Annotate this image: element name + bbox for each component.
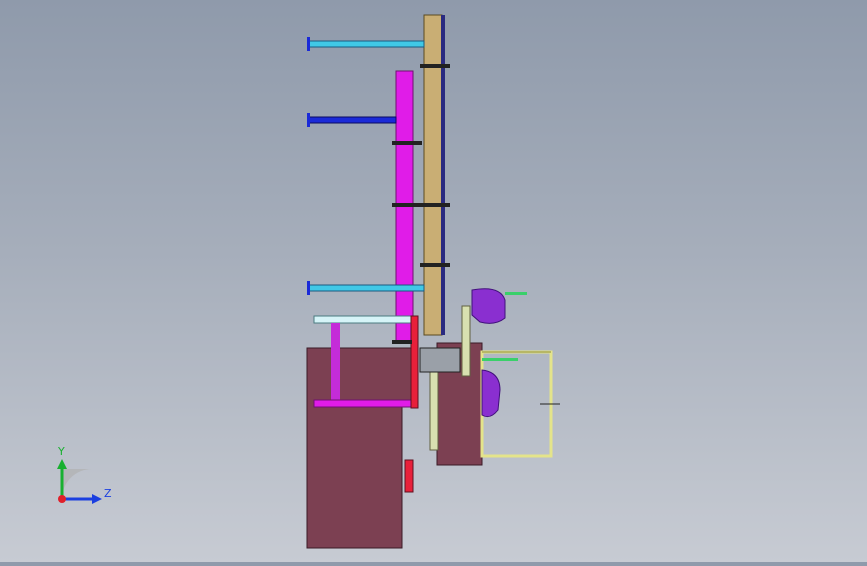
clamp-3 [392, 203, 450, 207]
clamp-2 [392, 141, 422, 145]
y-axis-label: Y [57, 445, 65, 458]
axis-triad: Y Z [57, 445, 112, 504]
cyan-arm-lower [308, 284, 425, 292]
actuator-housing [419, 347, 461, 373]
clamp-5 [392, 340, 412, 344]
clamp-4 [420, 263, 450, 267]
red-bar-lower [404, 459, 414, 493]
blue-arm-cap [307, 113, 310, 127]
red-bar [410, 315, 419, 409]
cyan-arm-lower-cap [307, 281, 310, 295]
cad-viewport[interactable]: Y Z [0, 0, 867, 562]
clamp-1 [420, 64, 450, 68]
bracket-bottom-bar [313, 399, 413, 408]
purple-motor-top [471, 288, 506, 324]
slide-column [429, 369, 439, 451]
model-view[interactable]: Y Z [0, 0, 867, 562]
bracket-top-bar [313, 315, 413, 324]
tan-plate-edge [441, 15, 445, 335]
green-rod-top [505, 292, 527, 295]
z-axis-label: Z [104, 487, 112, 500]
purple-motor-bottom [481, 369, 501, 418]
bracket-vertical [331, 323, 340, 401]
cyan-arm-top-cap [307, 37, 310, 51]
tan-plate [423, 14, 443, 336]
blue-arm [308, 116, 397, 124]
cyan-arm-top [308, 40, 425, 48]
base-block [306, 347, 413, 549]
green-rod-mid [482, 358, 518, 361]
slide-rail [461, 305, 471, 377]
